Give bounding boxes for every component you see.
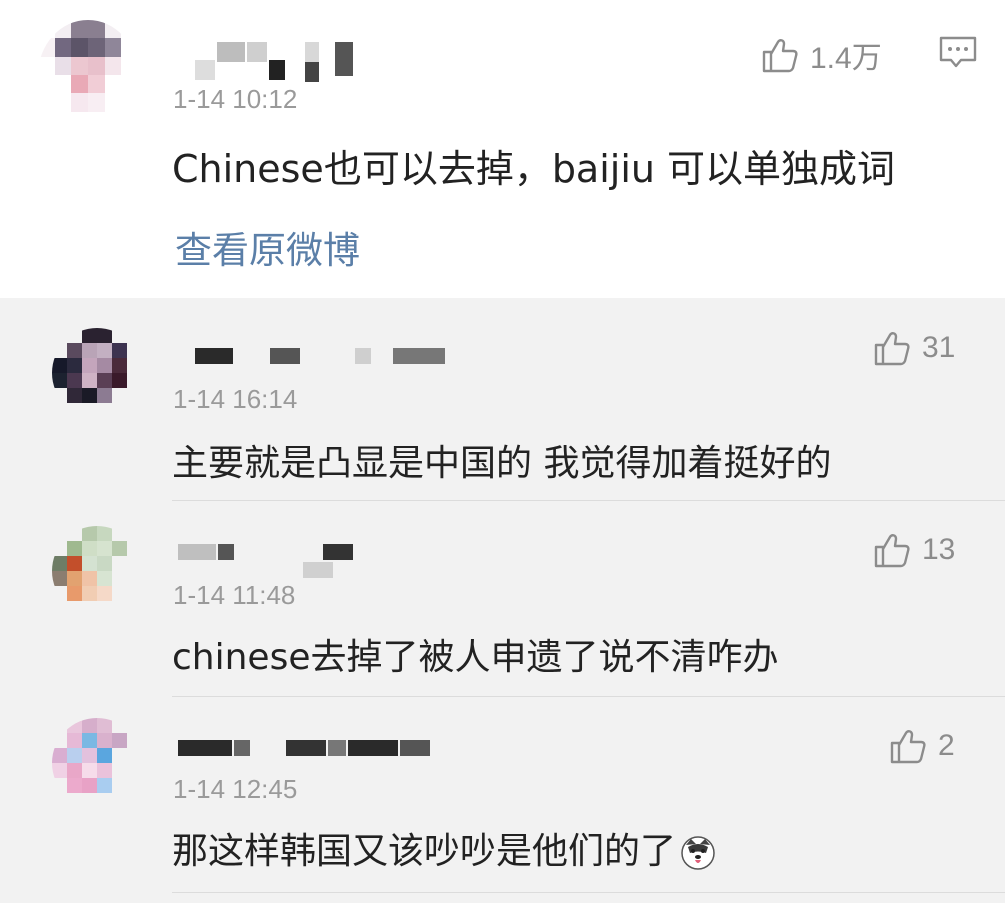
avatar[interactable] (52, 526, 142, 616)
doge-emoji-icon (681, 836, 715, 870)
like-button[interactable]: 2 (888, 726, 955, 766)
comment-text: Chinese也可以去掉，baijiu 可以单独成词 (172, 147, 896, 191)
comment-icon[interactable] (938, 35, 978, 71)
like-button[interactable]: 31 (872, 328, 955, 368)
reply-text: 主要就是凸显是中国的 我觉得加着挺好的 (172, 443, 832, 484)
reply-timestamp: 1-14 11:48 (173, 580, 296, 610)
like-button[interactable]: 1.4万 (760, 33, 882, 77)
thumbs-up-icon (890, 730, 926, 764)
divider (172, 892, 1005, 893)
reply-text: 那这样韩国又该吵吵是他们的了 (172, 822, 716, 874)
avatar[interactable] (52, 328, 142, 418)
main-comment: 1-14 10:12 Chinese也可以去掉，baijiu 可以单独成词 查看… (0, 0, 1005, 298)
username[interactable] (195, 348, 455, 368)
comment-timestamp: 1-14 10:12 (173, 84, 298, 114)
username[interactable] (178, 740, 438, 760)
reply-text: chinese去掉了被人申遗了说不清咋办 (172, 637, 779, 678)
username[interactable] (195, 42, 360, 82)
reply-timestamp: 1-14 16:14 (173, 384, 298, 414)
reply-timestamp: 1-14 12:45 (173, 774, 298, 804)
username[interactable] (178, 538, 368, 578)
thumbs-up-icon (874, 332, 910, 366)
like-count: 13 (922, 533, 956, 566)
avatar[interactable] (52, 718, 142, 808)
replies-section: 1-14 16:14 主要就是凸显是中国的 我觉得加着挺好的 31 1-14 1… (0, 298, 1005, 903)
like-count: 1.4万 (810, 42, 882, 75)
like-count: 2 (938, 729, 955, 762)
reply-text-content: 那这样韩国又该吵吵是他们的了 (172, 831, 677, 872)
divider (172, 696, 1005, 697)
view-original-weibo-link[interactable]: 查看原微博 (175, 220, 360, 274)
like-count: 31 (922, 331, 956, 364)
thumbs-up-icon (874, 534, 910, 568)
like-button[interactable]: 13 (872, 530, 955, 570)
divider (172, 500, 1005, 501)
avatar[interactable] (38, 20, 138, 130)
thumbs-up-icon (762, 39, 798, 73)
